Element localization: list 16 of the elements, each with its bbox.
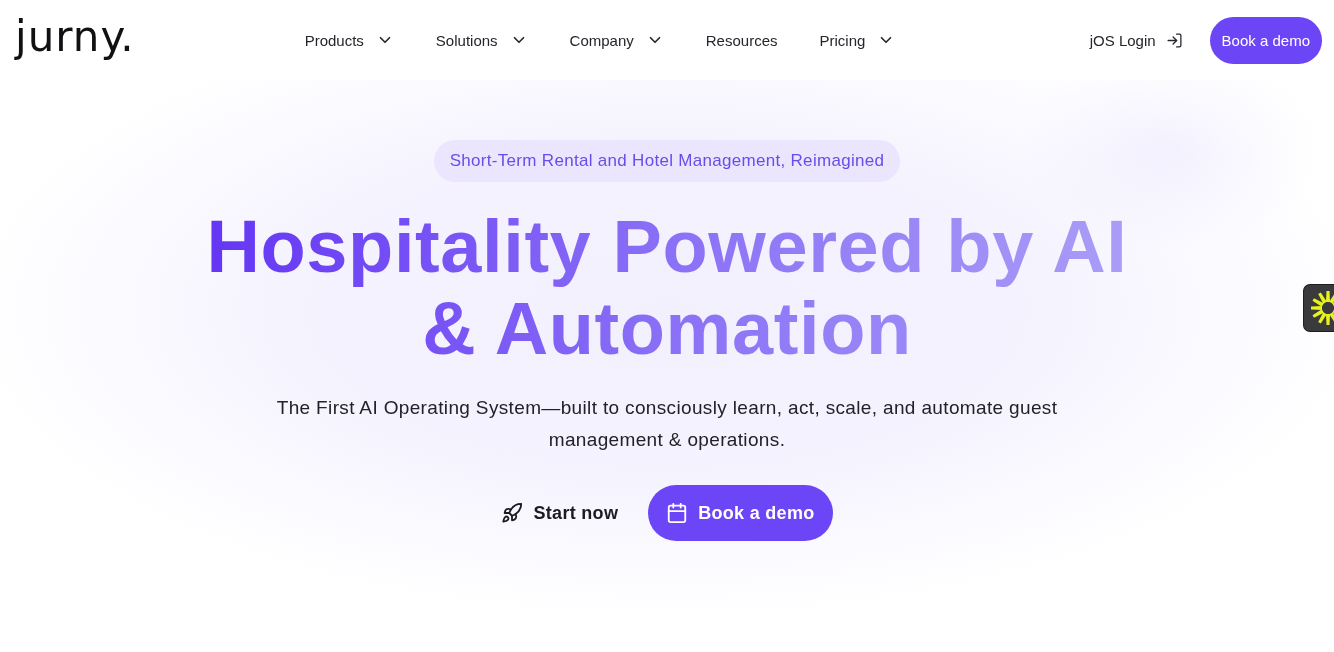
start-now-button[interactable]: Start now bbox=[501, 485, 619, 541]
logo[interactable]: jurny. bbox=[15, 16, 135, 58]
nav-link[interactable]: Resources bbox=[705, 31, 778, 49]
nav-link[interactable]: Solutions bbox=[435, 31, 528, 49]
calendar-icon bbox=[666, 502, 689, 524]
nav-link[interactable]: Products bbox=[304, 31, 394, 49]
book-demo-button[interactable]: Book a demo bbox=[648, 485, 833, 541]
rocket-icon bbox=[501, 502, 524, 524]
nav-link[interactable]: Pricing bbox=[819, 31, 896, 49]
hero-subtitle: The First AI Operating System—built to consciously learn, act, scale, and automate guest management & operations. bbox=[275, 396, 1059, 452]
login-icon bbox=[1165, 31, 1183, 49]
nav-link[interactable]: Company bbox=[569, 31, 664, 49]
tagline-pill: Short-Term Rental and Hotel Management, Reimagined bbox=[433, 140, 901, 182]
starburst-icon[interactable] bbox=[1303, 284, 1334, 332]
book-demo-button[interactable]: Book a demo bbox=[1209, 16, 1322, 64]
login-link[interactable]: jOS Login bbox=[1089, 31, 1183, 49]
